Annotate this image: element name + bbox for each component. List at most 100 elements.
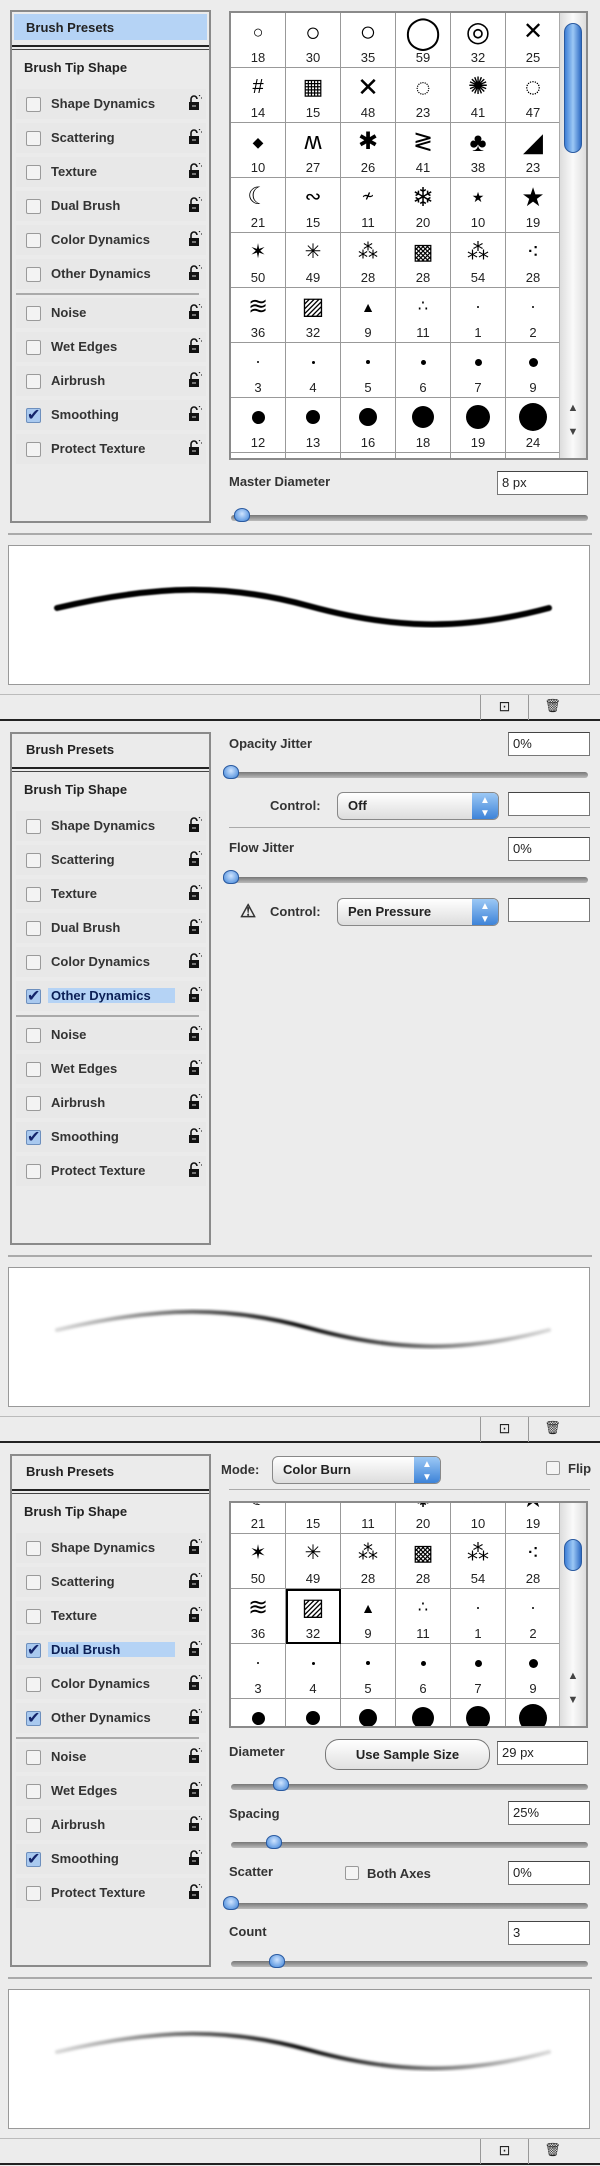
lock-icon[interactable] [188,816,202,833]
brush-presets-item[interactable]: Brush Presets [14,14,207,40]
brush-preset-cell[interactable]: ∴ 11 [396,1589,451,1644]
brush-preset-cell[interactable]: ✳ 49 [286,233,341,288]
setting-protect-texture[interactable]: Protect Texture [16,1156,206,1186]
lock-icon[interactable] [188,1606,202,1623]
trash-icon[interactable]: 🗑 [528,1417,576,1442]
brush-preset-cell[interactable] [286,453,341,458]
lock-icon[interactable] [188,1781,202,1798]
brush-preset-cell[interactable]: ✶ 50 [231,233,286,288]
brush-preset-cell[interactable] [231,453,286,458]
checkbox[interactable] [26,442,41,457]
lock-icon[interactable] [188,162,202,179]
brush-preset-cell[interactable]: ▩ 28 [396,1534,451,1589]
brush-preset-cell[interactable]: ✳ 49 [286,1534,341,1589]
brush-preset-cell[interactable]: ∾ 15 [286,1503,341,1534]
brush-preset-cell[interactable]: ≋ 36 [231,1589,286,1644]
checkbox[interactable] [26,199,41,214]
brush-preset-cell[interactable]: ▦ 15 [286,68,341,123]
brush-preset-cell[interactable]: ◯ 59 [396,13,451,68]
brush-preset-cell[interactable]: 18 [396,1699,451,1726]
brush-preset-cell[interactable]: ◌ 47 [506,68,561,123]
brush-preset-cell[interactable]: ✱ 26 [341,123,396,178]
brush-tip-shape-item[interactable]: Brush Tip Shape [24,60,127,75]
setting-shape-dynamics[interactable]: Shape Dynamics [16,1533,206,1563]
brush-preset-cell[interactable]: 6 [396,1644,451,1699]
scatter-input[interactable]: 0% [508,1861,590,1885]
lock-icon[interactable] [188,264,202,281]
setting-smoothing[interactable]: Smoothing [16,1844,206,1874]
setting-shape-dynamics[interactable]: Shape Dynamics [16,89,206,119]
brush-preset-cell[interactable]: ◆ 10 [231,123,286,178]
setting-scattering[interactable]: Scattering [16,123,206,153]
flow-jitter-slider[interactable] [223,870,588,884]
lock-icon[interactable] [188,1538,202,1555]
brush-preset-cell[interactable]: 16 [341,1699,396,1726]
brush-preset-cell[interactable]: 7 [451,1644,506,1699]
lock-icon[interactable] [188,94,202,111]
brush-tip-shape-item[interactable]: Brush Tip Shape [24,1504,127,1519]
brush-preset-cell[interactable]: 18 [396,398,451,453]
brush-preset-cell[interactable]: ◌ 23 [396,68,451,123]
checkbox[interactable] [26,1708,41,1728]
use-sample-size-button[interactable]: Use Sample Size [325,1739,490,1770]
setting-airbrush[interactable]: Airbrush [16,1088,206,1118]
opacity-jitter-slider-thumb[interactable] [223,765,239,779]
setting-color-dynamics[interactable]: Color Dynamics [16,947,206,977]
brush-preset-cell[interactable]: 9 [506,1644,561,1699]
setting-wet-edges[interactable]: Wet Edges [16,332,206,362]
new-preset-icon[interactable]: ⊡ [480,695,528,720]
brush-preset-cell[interactable] [396,453,451,458]
brush-tip-shape-item[interactable]: Brush Tip Shape [24,782,127,797]
lock-icon[interactable] [188,986,202,1003]
brush-preset-cell[interactable]: ❄ 20 [396,178,451,233]
lock-icon[interactable] [188,1674,202,1691]
brush-preset-cell[interactable]: 12 [231,1699,286,1726]
brush-preset-cell[interactable]: ∴ 11 [396,288,451,343]
brush-preset-cell[interactable]: 16 [341,398,396,453]
brush-preset-cell[interactable]: ▨ 32 [286,1589,341,1644]
count-slider-thumb[interactable] [269,1954,286,1968]
grid-scrollbar[interactable]: ▲ ▼ [559,1503,586,1726]
brush-preset-cell[interactable]: ▲ 9 [341,288,396,343]
lock-icon[interactable] [188,1640,202,1657]
setting-scattering[interactable]: Scattering [16,1567,206,1597]
brush-preset-cell[interactable]: 4 [286,343,341,398]
setting-smoothing[interactable]: Smoothing [16,400,206,430]
setting-noise[interactable]: Noise [16,1020,206,1050]
checkbox[interactable] [26,1609,41,1624]
opacity-jitter-slider[interactable] [223,765,588,779]
lock-icon[interactable] [188,1127,202,1144]
brush-preset-cell[interactable]: ʍ 27 [286,123,341,178]
setting-texture[interactable]: Texture [16,1601,206,1631]
spacing-slider-thumb[interactable] [265,1835,282,1849]
brush-preset-cell[interactable]: ≁ 11 [341,1503,396,1534]
brush-preset-cell[interactable]: ★ 10 [451,178,506,233]
brush-preset-cell[interactable]: ◎ 32 [451,13,506,68]
brush-preset-cell[interactable]: ∾ 15 [286,178,341,233]
checkbox[interactable] [26,1640,41,1660]
brush-preset-cell[interactable]: 5 [341,1644,396,1699]
lock-icon[interactable] [188,1747,202,1764]
setting-texture[interactable]: Texture [16,157,206,187]
brush-preset-cell[interactable] [341,453,396,458]
count-slider[interactable] [231,1954,588,1968]
checkbox[interactable] [26,1164,41,1179]
brush-preset-cell[interactable]: ✺ 41 [451,68,506,123]
checkbox[interactable] [26,267,41,282]
scrollbar-thumb[interactable] [564,23,582,153]
lock-icon[interactable] [188,952,202,969]
brush-preset-cell[interactable]: 2 [506,1589,561,1644]
checkbox[interactable] [26,853,41,868]
checkbox[interactable] [26,405,41,425]
brush-preset-cell[interactable]: ○ 18 [231,13,286,68]
setting-protect-texture[interactable]: Protect Texture [16,434,206,464]
master-diameter-input[interactable]: 8 px [497,471,588,495]
diameter-slider[interactable] [231,1777,588,1791]
setting-noise[interactable]: Noise [16,298,206,328]
brush-preset-cell[interactable]: 13 [286,1699,341,1726]
lock-icon[interactable] [188,405,202,422]
lock-icon[interactable] [188,1708,202,1725]
checkbox[interactable] [26,1849,41,1869]
brush-preset-cell[interactable]: ⁂ 28 [341,233,396,288]
brush-presets-item[interactable]: Brush Presets [14,1458,207,1484]
